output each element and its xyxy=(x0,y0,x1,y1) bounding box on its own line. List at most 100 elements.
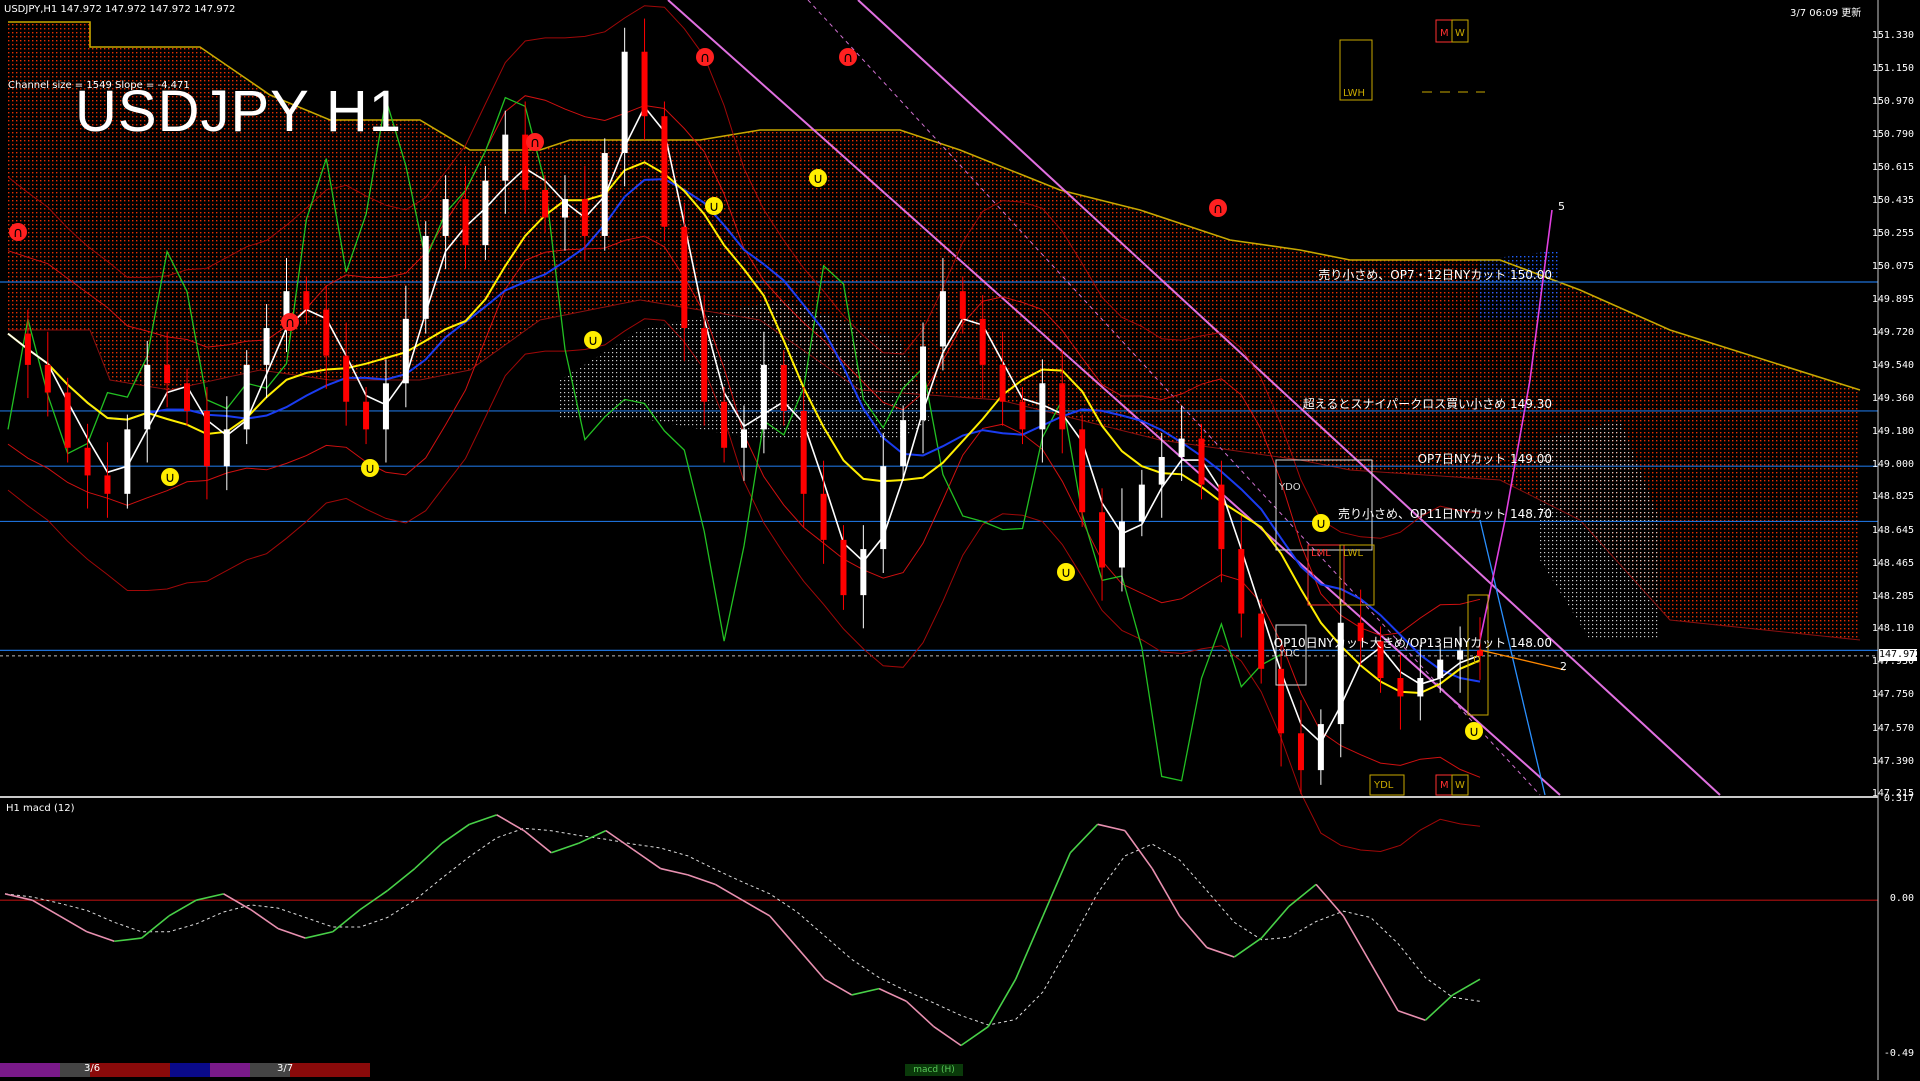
price-tick: 150.255 xyxy=(1871,228,1914,240)
date-label-3-7: 3/7 xyxy=(277,1063,294,1074)
candle-body xyxy=(920,346,927,421)
candle-body xyxy=(1238,549,1245,614)
signal-arrow-glyph: ∪ xyxy=(365,461,375,477)
candle-body xyxy=(1198,438,1205,485)
ydl-label: YDL xyxy=(1374,780,1394,791)
w-top-label: W xyxy=(1455,28,1465,39)
ydc-label: YDC xyxy=(1279,648,1300,659)
price-tick: 148.465 xyxy=(1871,557,1914,569)
signal-arrow-glyph: ∪ xyxy=(165,470,175,486)
candle-body xyxy=(939,291,946,347)
candle-body xyxy=(164,364,171,384)
candle-body xyxy=(880,466,887,550)
candle-body xyxy=(323,309,330,356)
symbol-info-line: USDJPY,H1 147.972 147.972 147.972 147.97… xyxy=(4,4,236,15)
level-label: 超えるとスナイパークロス買い小さめ 149.30 xyxy=(1302,396,1552,411)
indicator-tab-macd[interactable]: macd (H) xyxy=(905,1064,963,1076)
candle-body xyxy=(1079,429,1086,513)
candle-body xyxy=(442,199,449,236)
candle-body xyxy=(959,291,966,319)
candle-body xyxy=(104,475,111,494)
price-tick: 148.110 xyxy=(1871,623,1914,635)
candle-body xyxy=(462,199,469,246)
candle-body xyxy=(422,235,429,319)
candle-body xyxy=(780,364,787,411)
candle-body xyxy=(542,189,549,218)
candle-body xyxy=(203,410,210,467)
candle-body xyxy=(502,134,509,181)
candle-body xyxy=(64,392,71,448)
candle-body xyxy=(979,318,986,365)
candle-body xyxy=(1059,383,1066,430)
price-tick: 150.970 xyxy=(1871,96,1914,108)
candle-body xyxy=(1397,678,1404,697)
candle-body xyxy=(1118,521,1125,568)
signal-arrow-glyph: ∩ xyxy=(843,50,853,66)
signal-arrow-glyph: ∩ xyxy=(285,315,295,331)
d-marker-label: D xyxy=(1473,655,1481,666)
signal-arrow-glyph: ∩ xyxy=(1213,201,1223,217)
candle-body xyxy=(661,116,668,227)
candle-body xyxy=(760,364,767,430)
wave-2-label: 2 xyxy=(1560,660,1567,673)
price-tick: 149.000 xyxy=(1871,459,1914,471)
signal-arrow-glyph: ∪ xyxy=(813,171,823,187)
level-label: OP10日NYカット大きめ/OP13日NYカット 148.00 xyxy=(1273,636,1552,651)
price-tick: 149.540 xyxy=(1871,359,1914,371)
candle-body xyxy=(1437,659,1444,679)
signal-arrow-glyph: ∩ xyxy=(13,225,23,241)
candle-body xyxy=(303,291,310,310)
candle-body xyxy=(343,355,350,402)
price-tick: 151.150 xyxy=(1871,63,1914,75)
candle-body xyxy=(1218,484,1225,550)
macd-panel-title: H1 macd (12) xyxy=(6,803,75,814)
candle-body xyxy=(243,364,250,430)
candle-body xyxy=(482,180,489,246)
lml-label: LML xyxy=(1311,548,1331,559)
price-tick: 150.790 xyxy=(1871,129,1914,141)
candle-body xyxy=(363,401,370,430)
price-tick: 150.435 xyxy=(1871,194,1914,206)
candle-body xyxy=(800,410,807,494)
candle-body xyxy=(84,447,91,476)
candle-body xyxy=(1317,724,1324,771)
chart-title: USDJPY H1 xyxy=(75,79,403,144)
candle-body xyxy=(263,328,270,365)
price-tick: 148.645 xyxy=(1871,524,1914,536)
price-tick: 148.825 xyxy=(1871,491,1914,503)
lwl-label: LWL xyxy=(1343,548,1364,559)
candle-body xyxy=(24,333,31,365)
candle-body xyxy=(402,318,409,384)
signal-arrow-glyph: ∩ xyxy=(530,135,540,151)
price-tick: 150.075 xyxy=(1871,261,1914,273)
candle-body xyxy=(124,429,131,494)
price-tick: 149.720 xyxy=(1871,326,1914,338)
candle-body xyxy=(860,549,867,596)
candle-body xyxy=(1158,456,1165,485)
candle-body xyxy=(741,429,747,448)
price-tick: 147.750 xyxy=(1871,689,1914,701)
candle-body xyxy=(840,539,847,596)
lwh-label: LWH xyxy=(1343,88,1366,99)
macd-tick: -0.49 xyxy=(1883,1048,1914,1059)
macd-tick: 0.00 xyxy=(1889,893,1914,905)
candle-body xyxy=(601,153,608,236)
candle-body xyxy=(144,364,151,430)
m-bottom-label: M xyxy=(1440,780,1449,791)
price-tick: 149.180 xyxy=(1871,426,1914,438)
candle-body xyxy=(581,199,588,236)
candle-body xyxy=(820,493,827,540)
signal-arrow-glyph: ∪ xyxy=(1061,565,1071,581)
date-label-3-6: 3/6 xyxy=(84,1063,101,1074)
price-tick: 147.570 xyxy=(1871,722,1914,734)
price-tick: 150.615 xyxy=(1871,161,1914,173)
candle-body xyxy=(223,429,230,467)
candle-body xyxy=(184,383,191,411)
price-tick: 149.895 xyxy=(1871,294,1914,306)
candle-body xyxy=(701,328,708,402)
candle-body xyxy=(1457,650,1464,660)
price-tick: 147.390 xyxy=(1871,755,1914,767)
w-bottom-label: W xyxy=(1455,780,1465,791)
price-tick: 151.330 xyxy=(1871,30,1914,41)
ydo-label: YDO xyxy=(1279,482,1301,493)
